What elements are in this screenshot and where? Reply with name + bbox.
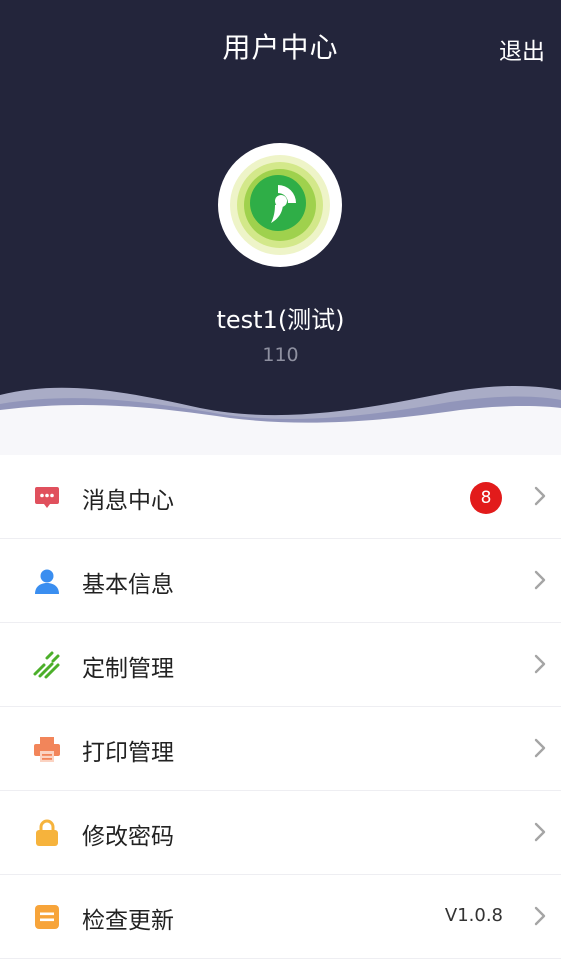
top-bar: 用户中心 退出 xyxy=(0,0,561,80)
chevron-right-icon xyxy=(534,570,546,590)
chevron-right-icon xyxy=(534,654,546,674)
menu-item-label: 检查更新 xyxy=(82,908,174,934)
logout-button[interactable]: 退出 xyxy=(499,32,545,66)
user-name: test1(测试) xyxy=(216,306,345,334)
menu-item-label: 打印管理 xyxy=(82,740,174,766)
chevron-right-icon xyxy=(534,822,546,842)
app-logo-icon xyxy=(230,155,330,255)
menu-item-messages[interactable]: 消息中心 8 xyxy=(0,455,561,539)
profile-header: 用户中心 退出 test1(测试) 110 xyxy=(0,0,561,455)
menu-item-customization[interactable]: 定制管理 xyxy=(0,623,561,707)
menu-item-label: 定制管理 xyxy=(82,656,174,682)
menu-list: 消息中心 8 基本信息 定制管理 打印管理 修改密码 检查更新 V1.0.8 xyxy=(0,455,561,959)
unread-badge: 8 xyxy=(470,482,502,514)
user-id: 110 xyxy=(262,344,299,366)
menu-item-basic-info[interactable]: 基本信息 xyxy=(0,539,561,623)
chevron-right-icon xyxy=(534,906,546,926)
menu-item-check-update[interactable]: 检查更新 V1.0.8 xyxy=(0,875,561,959)
menu-item-print[interactable]: 打印管理 xyxy=(0,707,561,791)
lock-icon xyxy=(32,818,62,848)
menu-item-label: 修改密码 xyxy=(82,824,174,850)
chevron-right-icon xyxy=(534,738,546,758)
update-icon xyxy=(32,902,62,932)
app-version: V1.0.8 xyxy=(444,905,503,926)
customize-icon xyxy=(32,650,62,680)
chevron-right-icon xyxy=(534,486,546,506)
user-icon xyxy=(32,566,62,596)
menu-item-label: 消息中心 xyxy=(82,488,174,514)
header-wave xyxy=(0,386,561,455)
avatar[interactable] xyxy=(218,143,342,267)
message-icon xyxy=(32,482,62,512)
menu-item-change-password[interactable]: 修改密码 xyxy=(0,791,561,875)
printer-icon xyxy=(32,734,62,764)
menu-item-label: 基本信息 xyxy=(82,572,174,598)
page-title: 用户中心 xyxy=(222,31,339,64)
